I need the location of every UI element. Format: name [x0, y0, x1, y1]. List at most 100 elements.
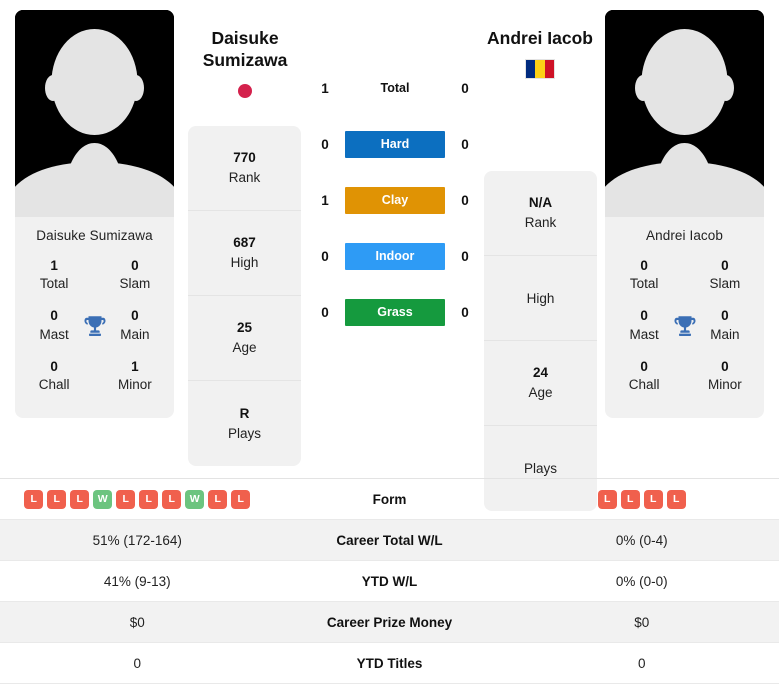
surface-clay-left-value: 1 [321, 192, 329, 208]
rank-value-left: 770 [233, 150, 256, 166]
rank-label-left: Rank [228, 170, 261, 185]
surface-comparison: 1 Total 0 0 Hard 0 1 Clay 0 0 Indoor 0 0 [316, 60, 474, 340]
age-label-left: Age [232, 340, 257, 355]
titles-row-chall-minor-right: 0 Chall 0 Minor [613, 354, 756, 404]
titles-minor-value-left: 1 [131, 358, 139, 374]
surface-label-clay[interactable]: Clay [345, 186, 445, 214]
titles-mast-label-right: Mast [629, 326, 659, 342]
age-label-right: Age [528, 385, 553, 400]
table-label-ytd-titles: YTD Titles [356, 655, 423, 671]
titles-total-value-right: 0 [640, 258, 648, 273]
table-label-form: Form [372, 491, 407, 507]
surface-hard-left-value: 0 [321, 136, 329, 152]
titles-slam-value-left: 0 [131, 258, 139, 273]
career-prize-money-right: $0 [634, 614, 650, 630]
table-row-career-total-wl: 51% (172-164) Career Total W/L 0% (0-4) [0, 520, 779, 561]
titles-chall-value-left: 0 [50, 358, 58, 374]
surface-label-total: Total [380, 80, 410, 95]
flag-wrap-left [170, 80, 320, 101]
surface-row-hard: 0 Hard 0 [316, 116, 474, 172]
surface-row-total: 1 Total 0 [316, 60, 474, 116]
trophy-icon [79, 313, 110, 339]
titles-total-left: 1 Total [29, 257, 79, 293]
player-name-block-left: Daisuke Sumizawa [170, 28, 320, 101]
rank-cell-high-left: 687 High [188, 211, 301, 296]
surface-grass-right-value: 0 [461, 304, 469, 320]
titles-slam-label-right: Slam [709, 276, 741, 292]
titles-slam-value-right: 0 [721, 258, 729, 273]
flag-wrap-right [465, 58, 615, 79]
titles-row-total-slam-right: 0 Total 0 Slam [613, 253, 756, 303]
form-badge-loss: L [620, 489, 640, 509]
form-badge-loss: L [162, 489, 182, 509]
form-badge-loss: L [139, 489, 159, 509]
titles-chall-right: 0 Chall [619, 358, 669, 394]
form-badge-loss: L [24, 489, 44, 509]
surface-row-clay: 1 Clay 0 [316, 172, 474, 228]
titles-total-right: 0 Total [619, 257, 669, 293]
high-label-left: High [230, 255, 259, 270]
surface-label-grass[interactable]: Grass [345, 298, 445, 326]
titles-minor-label-right: Minor [707, 377, 742, 393]
titles-mast-label-left: Mast [39, 326, 69, 342]
ytd-titles-left: 0 [133, 655, 141, 671]
surface-grass-left-value: 0 [321, 304, 329, 320]
titles-row-chall-minor-left: 0 Chall 1 Minor [23, 354, 166, 404]
form-badge-loss: L [208, 489, 228, 509]
titles-main-left: 0 Main [110, 307, 160, 343]
form-badge-loss: L [231, 489, 251, 509]
trophy-icon [669, 313, 700, 339]
surface-indoor-left-value: 0 [321, 248, 329, 264]
titles-total-value-left: 1 [50, 258, 58, 273]
table-row-career-prize-money: $0 Career Prize Money $0 [0, 602, 779, 643]
age-value-right: 24 [532, 365, 549, 381]
ytd-titles-right: 0 [637, 655, 646, 671]
rank-cell-high-right: High [484, 256, 597, 341]
rank-cell-plays-left: R Plays [188, 381, 301, 466]
rank-value-right: N/A [528, 195, 553, 211]
player-comparison-page: Daisuke Sumizawa 1 Total 0 Slam 0 Mast 0… [0, 0, 779, 699]
rank-label-right: Rank [524, 215, 557, 230]
surface-row-indoor: 0 Indoor 0 [316, 228, 474, 284]
player-name-left-line1: Daisuke [211, 28, 279, 48]
avatar-name-left: Daisuke Sumizawa [36, 228, 153, 243]
rank-card-left: 770 Rank 687 High 25 Age R Plays [188, 126, 301, 466]
rank-cell-rank-left: 770 Rank [188, 126, 301, 211]
titles-minor-label-left: Minor [117, 377, 152, 393]
titles-grid-left: 1 Total 0 Slam 0 Mast 0 Main 0 Chall 1 M… [15, 253, 174, 418]
player-card-left[interactable]: Daisuke Sumizawa 1 Total 0 Slam 0 Mast 0… [15, 10, 174, 419]
table-row-ytd-titles: 0 YTD Titles 0 [0, 643, 779, 684]
form-badge-loss: L [70, 489, 90, 509]
titles-chall-value-right: 0 [640, 358, 648, 374]
table-label-ytd-wl: YTD W/L [361, 573, 418, 589]
table-row-ytd-wl: 41% (9-13) YTD W/L 0% (0-0) [0, 561, 779, 602]
titles-mast-value-right: 0 [640, 308, 648, 324]
surface-clay-right-value: 0 [461, 192, 469, 208]
titles-grid-right: 0 Total 0 Slam 0 Mast 0 Main 0 Chall 0 M… [605, 253, 764, 418]
rank-cell-age-right: 24 Age [484, 341, 597, 426]
career-prize-money-left: $0 [129, 614, 145, 630]
form-badges-right: LLLL [505, 489, 779, 509]
japan-flag-icon [230, 80, 260, 101]
rank-cell-rank-right: N/A Rank [484, 171, 597, 256]
titles-main-right: 0 Main [700, 307, 750, 343]
surface-label-hard[interactable]: Hard [345, 130, 445, 158]
form-badge-loss: L [47, 489, 67, 509]
romania-flag-icon [525, 58, 555, 79]
titles-row-mast-main-left: 0 Mast 0 Main [23, 303, 166, 353]
high-value-left: 687 [233, 235, 256, 251]
age-value-left: 25 [236, 320, 253, 336]
titles-mast-left: 0 Mast [29, 307, 79, 343]
titles-main-label-left: Main [120, 326, 150, 342]
table-label-career-prize-money: Career Prize Money [326, 614, 453, 630]
titles-slam-left: 0 Slam [110, 257, 160, 293]
rank-card-right: N/A Rank High 24 Age Plays [484, 171, 597, 511]
form-badge-loss: L [643, 489, 663, 509]
form-badge-loss: L [597, 489, 617, 509]
titles-minor-value-right: 0 [721, 358, 729, 374]
surface-label-indoor[interactable]: Indoor [345, 242, 445, 270]
titles-total-label-right: Total [629, 276, 659, 292]
titles-row-mast-main-right: 0 Mast 0 Main [613, 303, 756, 353]
career-total-wl-left: 51% (172-164) [92, 532, 182, 548]
player-card-right[interactable]: Andrei Iacob 0 Total 0 Slam 0 Mast 0 Mai… [605, 10, 764, 419]
